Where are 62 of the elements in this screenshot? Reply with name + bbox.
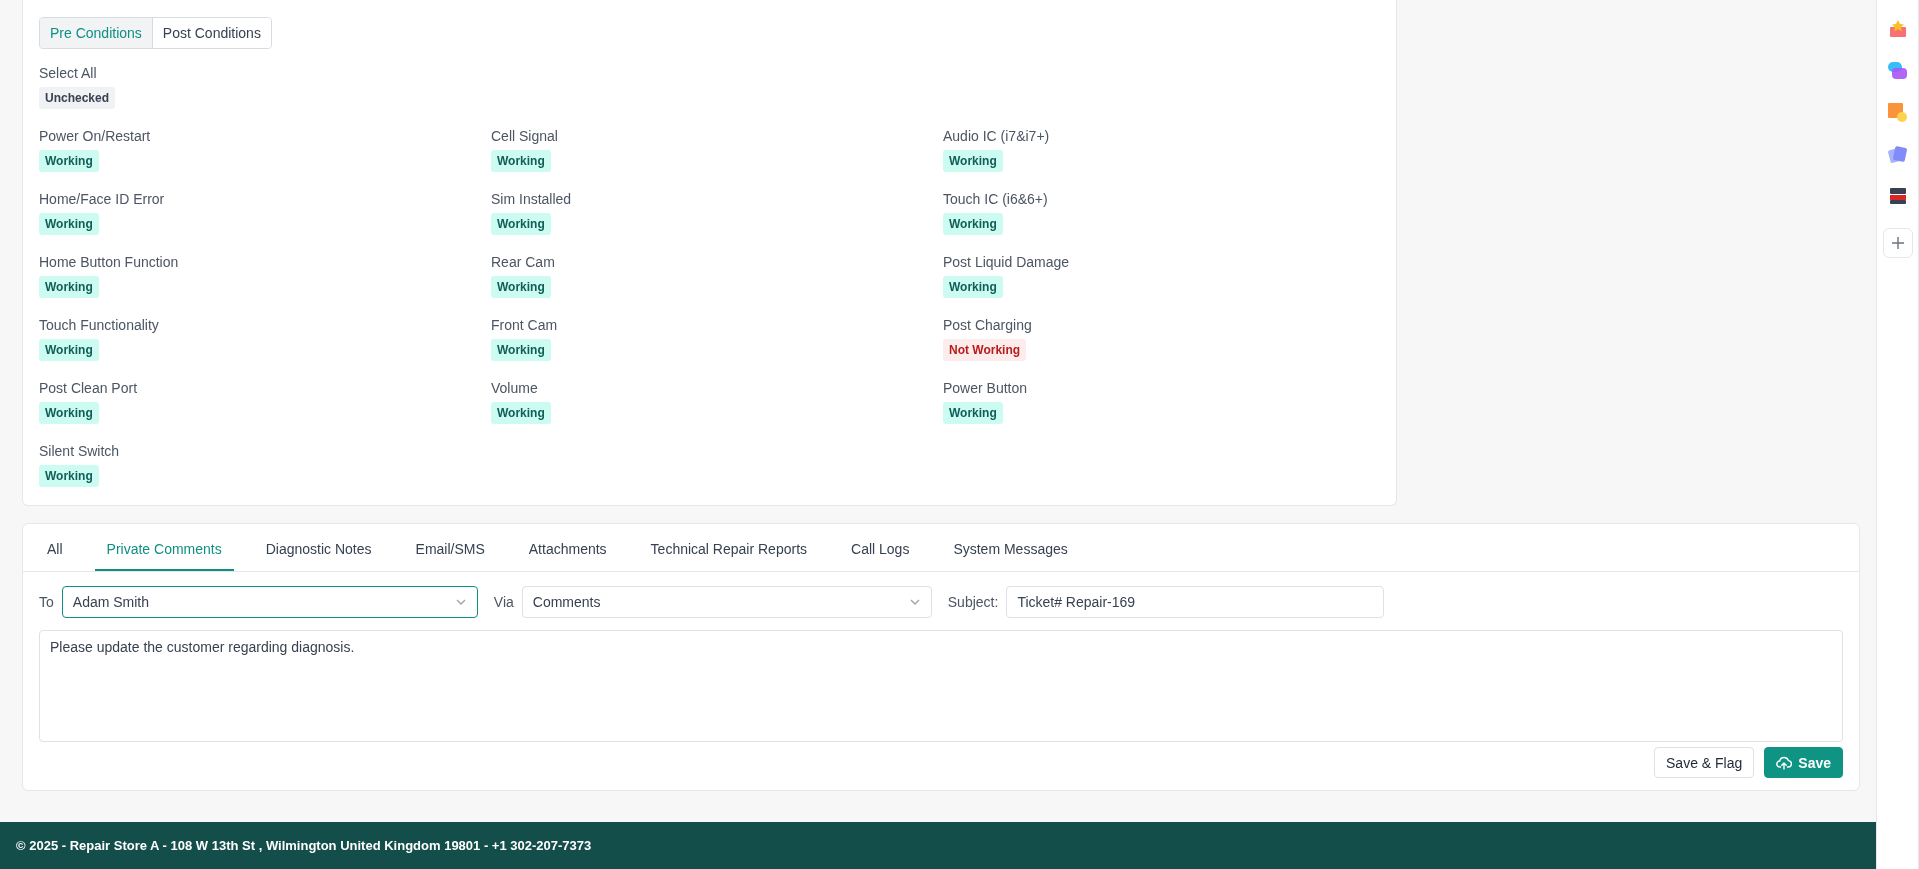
add-button[interactable]: [1882, 228, 1913, 258]
condition-label: Home Button Function: [39, 254, 180, 270]
status-badge[interactable]: Working: [39, 150, 99, 172]
to-label: To: [39, 594, 54, 610]
condition-label: Silent Switch: [39, 443, 121, 459]
status-badge[interactable]: Working: [39, 213, 99, 235]
status-badge[interactable]: Working: [39, 339, 99, 361]
condition-label: Audio IC (i7&i7+): [943, 128, 1051, 144]
condition-label: Post Liquid Damage: [943, 254, 1071, 270]
condition-label: Front Cam: [491, 317, 559, 333]
status-badge[interactable]: Working: [491, 276, 551, 298]
comment-tab[interactable]: Diagnostic Notes: [253, 524, 384, 571]
gift-star-icon[interactable]: [1888, 20, 1907, 38]
cards-icon[interactable]: [1888, 145, 1907, 164]
comment-tab[interactable]: Attachments: [516, 524, 619, 571]
status-badge[interactable]: Working: [39, 276, 99, 298]
plus-icon: [1890, 236, 1905, 250]
comment-tab[interactable]: Call Logs: [839, 524, 922, 571]
cloud-upload-icon: [1776, 755, 1793, 770]
status-badge[interactable]: Not Working: [943, 339, 1027, 361]
condition-tab[interactable]: Pre Conditions: [40, 18, 152, 48]
status-badge[interactable]: Working: [943, 402, 1003, 424]
status-badge[interactable]: Working: [491, 213, 551, 235]
status-badge[interactable]: Working: [943, 150, 1003, 172]
status-badge[interactable]: Working: [39, 465, 99, 487]
recipient-select[interactable]: Adam Smith: [61, 586, 478, 618]
condition-label: Touch Functionality: [39, 317, 160, 333]
comment-tab[interactable]: Technical Repair Reports: [638, 524, 819, 571]
subject-label: Subject:: [947, 594, 999, 610]
status-badge[interactable]: Working: [491, 402, 551, 424]
via-select[interactable]: Comments: [521, 586, 932, 618]
condition-label: Power Button: [943, 380, 1029, 396]
condition-label: Post Charging: [943, 317, 1033, 333]
comment-tab[interactable]: System Messages: [941, 524, 1080, 571]
status-badge[interactable]: Working: [943, 276, 1003, 298]
status-badge[interactable]: Unchecked: [39, 87, 116, 109]
condition-tab[interactable]: Post Conditions: [151, 18, 271, 48]
via-label: Via: [493, 594, 514, 610]
condition-label: Power On/Restart: [39, 128, 152, 144]
status-badge[interactable]: Working: [491, 150, 551, 172]
condition-label: Home/Face ID Error: [39, 191, 166, 207]
comment-tab[interactable]: All: [35, 524, 75, 571]
subject-field[interactable]: Ticket# Repair-169: [1006, 586, 1385, 618]
chat-bubbles-icon[interactable]: [1888, 61, 1907, 80]
save-button[interactable]: Save: [1764, 747, 1843, 778]
comment-tab[interactable]: Private Comments: [94, 524, 234, 571]
status-badge[interactable]: Working: [943, 213, 1003, 235]
message-field[interactable]: Please update the customer regarding diagnosis.: [39, 630, 1843, 742]
condition-label: Post Clean Port: [39, 380, 139, 396]
condition-label: Rear Cam: [491, 254, 556, 270]
select-all-label: Select All: [39, 65, 98, 81]
shapes-icon[interactable]: [1888, 103, 1907, 122]
footer-text: © 2025 - Repair Store A - 108 W 13th St , Wilmington United Kingdom 19801 - +1 302-207-7373: [16, 838, 592, 853]
condition-label: Cell Signal: [491, 128, 559, 144]
save-flag-button[interactable]: Save & Flag: [1654, 747, 1755, 778]
status-badge[interactable]: Working: [491, 339, 551, 361]
condition-label: Touch IC (i6&6+): [943, 191, 1049, 207]
stack-icon[interactable]: [1888, 187, 1907, 205]
condition-label: Volume: [491, 380, 539, 396]
status-badge[interactable]: Working: [39, 402, 99, 424]
comment-tab[interactable]: Email/SMS: [403, 524, 497, 571]
condition-label: Sim Installed: [491, 191, 573, 207]
